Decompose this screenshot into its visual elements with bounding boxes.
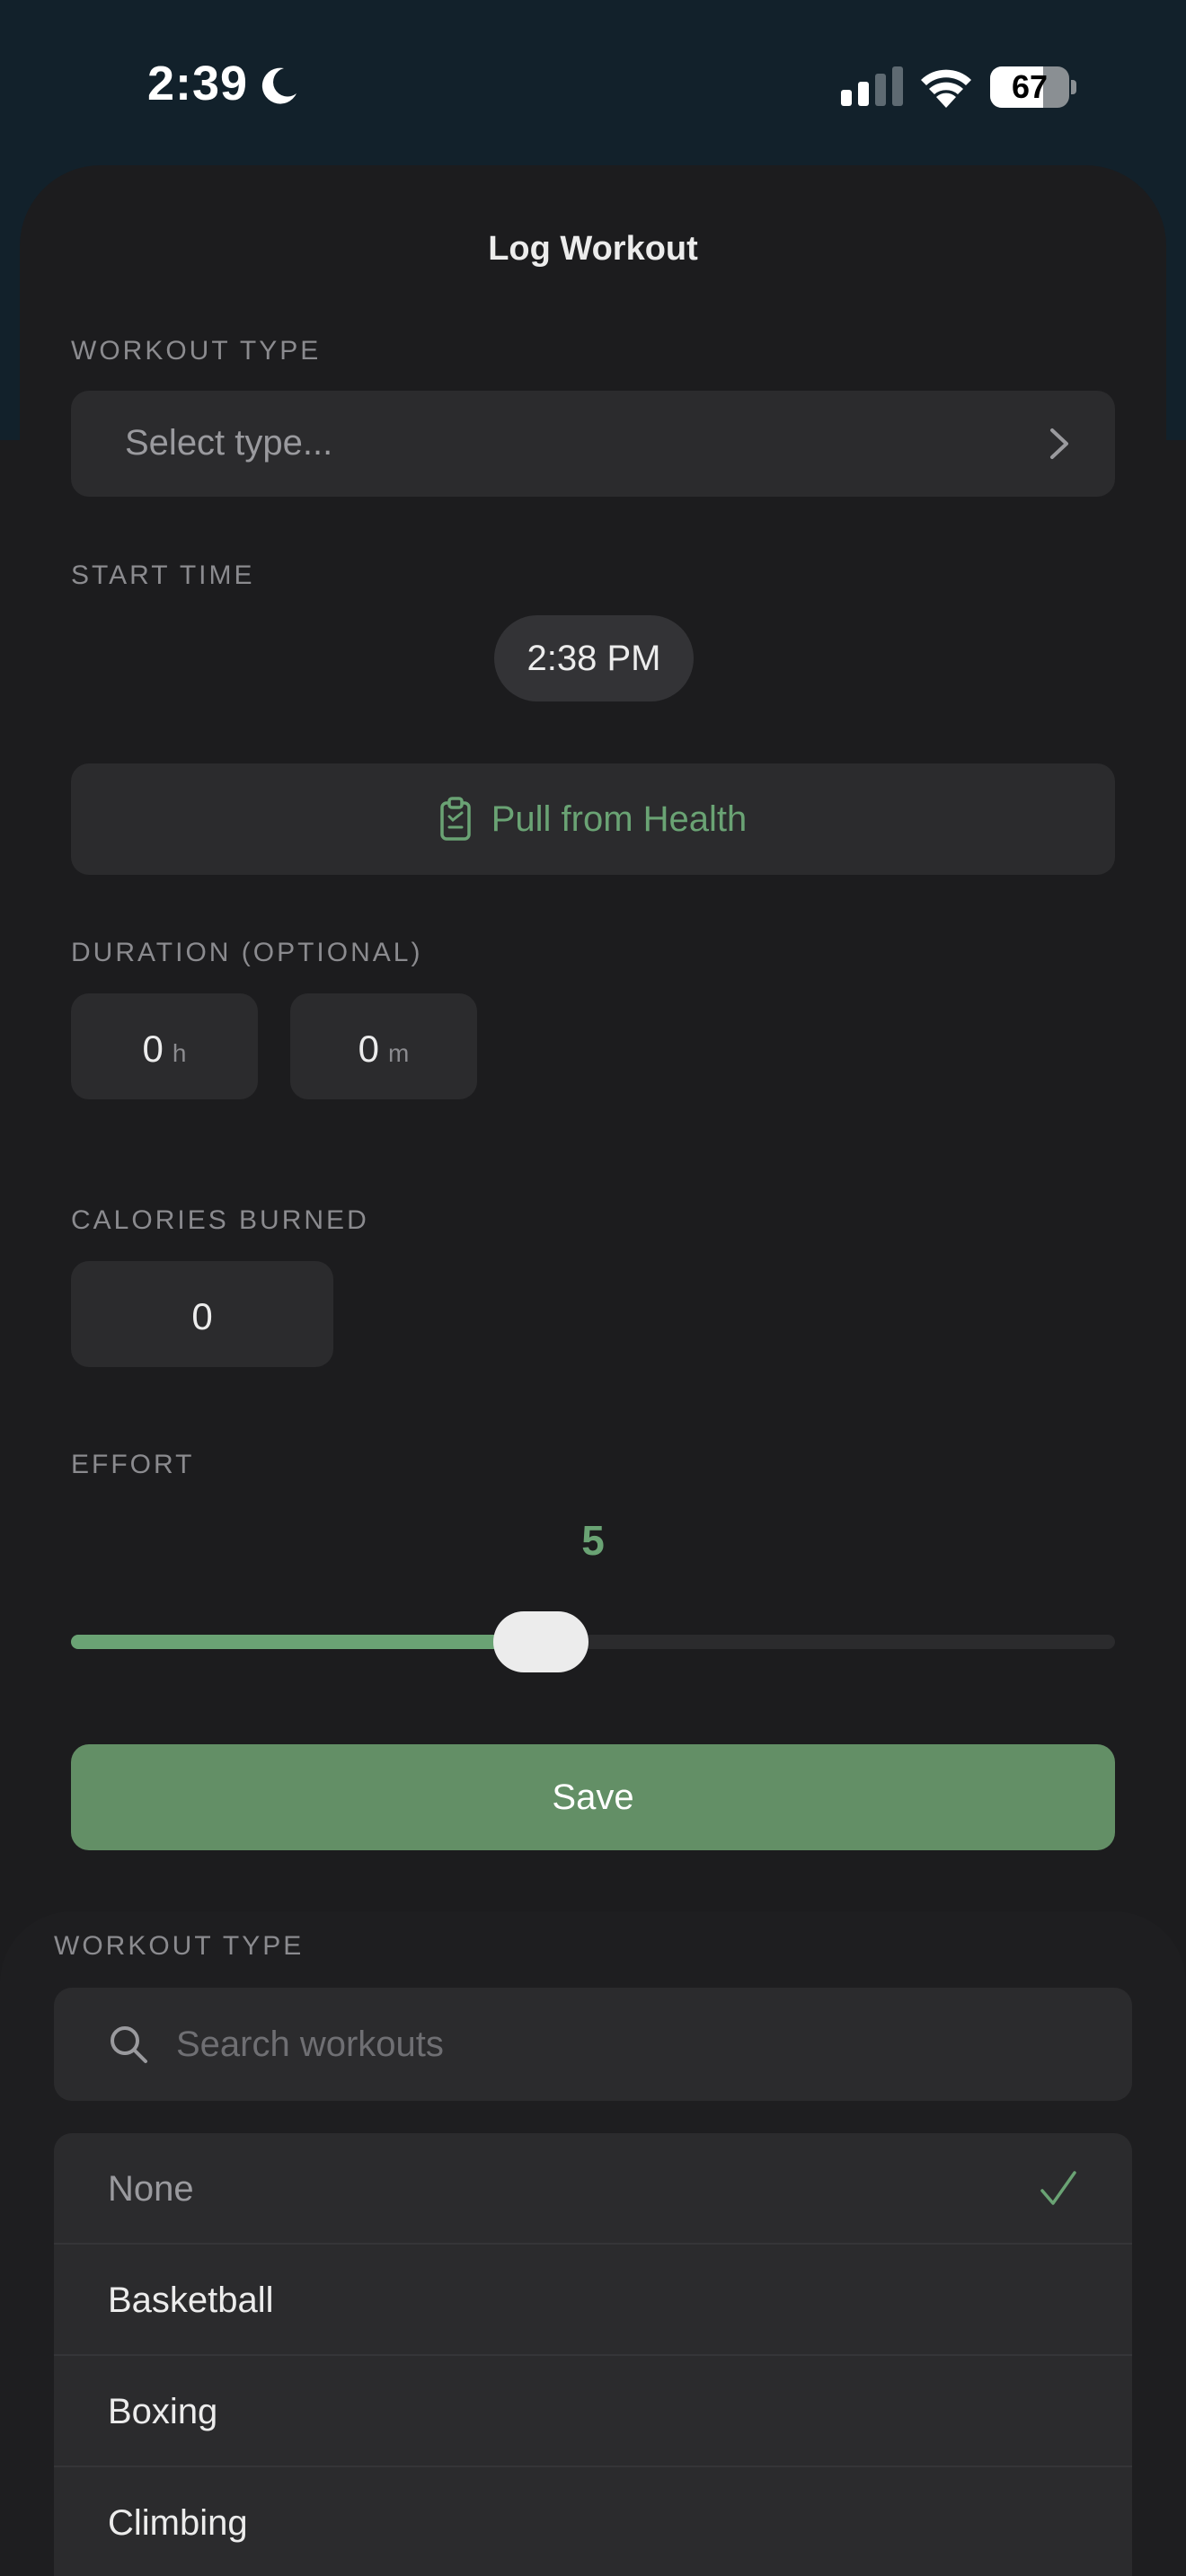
- duration-minutes-unit: m: [388, 1039, 410, 1067]
- start-time-label: START TIME: [71, 560, 255, 590]
- calories-label: CALORIES BURNED: [71, 1205, 369, 1235]
- workout-type-label: WORKOUT TYPE: [71, 336, 322, 366]
- workout-option[interactable]: Basketball: [54, 2245, 1132, 2356]
- effort-slider-fill: [71, 1635, 541, 1649]
- chevron-right-icon: [1050, 428, 1068, 459]
- workout-type-select[interactable]: Select type...: [71, 391, 1115, 497]
- battery-body: 67: [990, 66, 1069, 108]
- duration-minutes-field[interactable]: 0 m: [290, 993, 477, 1099]
- page-title: Log Workout: [488, 230, 698, 268]
- workout-options-list: None Basketball Boxing Climbing: [54, 2133, 1132, 2576]
- cellular-signal-icon: [841, 66, 903, 106]
- workout-type-picker: WORKOUT TYPE None Basketball Boxing Climbin…: [0, 1911, 1186, 2576]
- pull-from-health-button[interactable]: Pull from Health: [71, 763, 1115, 875]
- duration-label: DURATION (OPTIONAL): [71, 938, 423, 967]
- effort-value: 5: [581, 1517, 605, 1564]
- picker-title: WORKOUT TYPE: [54, 1931, 305, 1961]
- clipboard-icon: [439, 797, 471, 841]
- effort-label: EFFORT: [71, 1450, 195, 1479]
- battery-level: 67: [1011, 68, 1049, 105]
- workout-option-label: Climbing: [108, 2503, 248, 2543]
- log-workout-sheet: Log Workout WORKOUT TYPE Select type... …: [20, 165, 1166, 2141]
- workout-option[interactable]: Climbing: [54, 2467, 1132, 2576]
- workout-option[interactable]: None: [54, 2133, 1132, 2245]
- search-input[interactable]: [174, 2009, 1091, 2079]
- battery-icon: 67: [990, 66, 1076, 108]
- duration-minutes-value: 0: [358, 1028, 380, 1070]
- search-icon: [111, 2026, 147, 2063]
- status-time: 2:39: [147, 57, 249, 110]
- checkmark-icon: [1040, 2171, 1076, 2205]
- workout-option-label: Boxing: [108, 2392, 218, 2431]
- workout-option-label: Basketball: [108, 2280, 274, 2320]
- screen: 2:39 67 Log Workout WORKOUT TYPE Select: [0, 0, 1186, 2576]
- wifi-icon: [921, 69, 971, 108]
- search-box: [54, 1988, 1132, 2101]
- save-button[interactable]: Save: [71, 1744, 1115, 1850]
- duration-hours-unit: h: [172, 1039, 187, 1067]
- calories-field[interactable]: 0: [71, 1261, 333, 1367]
- moon-icon: [261, 67, 296, 104]
- workout-option-label: None: [108, 2169, 194, 2209]
- pull-from-health-label: Pull from Health: [491, 798, 748, 839]
- effort-slider-thumb[interactable]: [492, 1611, 589, 1672]
- status-bar: 2:39 67: [0, 0, 1186, 171]
- start-time-picker[interactable]: 2:38 PM: [494, 615, 694, 701]
- workout-type-placeholder: Select type...: [125, 423, 333, 463]
- effort-slider[interactable]: [71, 1611, 1115, 1672]
- duration-hours-value: 0: [142, 1028, 164, 1070]
- duration-hours-field[interactable]: 0 h: [71, 993, 258, 1099]
- workout-option[interactable]: Boxing: [54, 2356, 1132, 2467]
- calories-value: 0: [191, 1295, 213, 1337]
- battery-nub: [1071, 80, 1076, 94]
